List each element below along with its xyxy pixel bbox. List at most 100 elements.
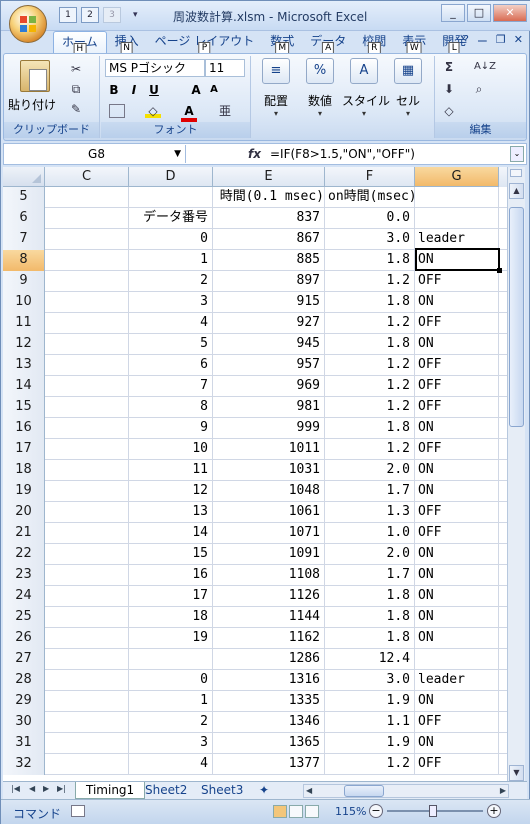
- cell[interactable]: [45, 481, 129, 502]
- maximize-button[interactable]: □: [467, 4, 491, 22]
- cell[interactable]: 1.7: [325, 481, 415, 502]
- cell[interactable]: 1011: [213, 439, 325, 460]
- cell[interactable]: 999: [213, 418, 325, 439]
- cell[interactable]: 1365: [213, 733, 325, 754]
- cell[interactable]: 1.2: [325, 355, 415, 376]
- italic-button[interactable]: I: [127, 81, 141, 99]
- paste-icon[interactable]: [20, 60, 50, 92]
- cell[interactable]: 9: [129, 418, 213, 439]
- macro-record-icon[interactable]: [71, 805, 85, 817]
- cell[interactable]: 1316: [213, 670, 325, 691]
- cell[interactable]: OFF: [415, 439, 499, 460]
- column-header-c[interactable]: C: [45, 167, 129, 187]
- fill-color-icon[interactable]: ◇: [145, 104, 161, 118]
- row-header[interactable]: 26: [3, 628, 45, 649]
- cell[interactable]: [45, 649, 129, 670]
- cell[interactable]: [45, 313, 129, 334]
- help-icon[interactable]: ?: [463, 33, 469, 49]
- cell[interactable]: 1335: [213, 691, 325, 712]
- cell[interactable]: データ番号: [129, 208, 213, 229]
- vertical-scrollbar[interactable]: ▲ ▼: [507, 167, 525, 781]
- row-header[interactable]: 10: [3, 292, 45, 313]
- row-header[interactable]: 8: [3, 250, 45, 271]
- cell[interactable]: 3.0: [325, 670, 415, 691]
- cell[interactable]: [45, 607, 129, 628]
- cell[interactable]: 1.8: [325, 334, 415, 355]
- formula-input[interactable]: =IF(F8>1.5,"ON","OFF"): [270, 145, 415, 163]
- find-select-icon[interactable]: ⌕: [471, 82, 487, 96]
- font-color-button[interactable]: A: [181, 102, 197, 122]
- tab-review[interactable]: 校閲 R: [354, 31, 394, 55]
- tab-view[interactable]: 表示 W: [394, 31, 434, 55]
- cell[interactable]: [45, 292, 129, 313]
- cell[interactable]: ON: [415, 460, 499, 481]
- column-header-d[interactable]: D: [129, 167, 213, 187]
- row-header[interactable]: 23: [3, 565, 45, 586]
- cell[interactable]: 957: [213, 355, 325, 376]
- row-header[interactable]: 32: [3, 754, 45, 775]
- prev-sheet-icon[interactable]: ◀: [29, 784, 35, 793]
- cell[interactable]: 1126: [213, 586, 325, 607]
- vertical-scroll-thumb[interactable]: [509, 207, 524, 427]
- row-header[interactable]: 20: [3, 502, 45, 523]
- cell[interactable]: ON: [415, 544, 499, 565]
- cell[interactable]: 1.2: [325, 376, 415, 397]
- cell[interactable]: 945: [213, 334, 325, 355]
- format-painter-icon[interactable]: ✎: [68, 102, 84, 116]
- close-button[interactable]: ✕: [493, 4, 527, 22]
- cell[interactable]: 2.0: [325, 544, 415, 565]
- row-header[interactable]: 30: [3, 712, 45, 733]
- cut-icon[interactable]: ✂: [68, 62, 84, 76]
- cell[interactable]: OFF: [415, 754, 499, 775]
- cell[interactable]: 1: [129, 250, 213, 271]
- cell[interactable]: 11: [129, 460, 213, 481]
- cell[interactable]: 1.2: [325, 754, 415, 775]
- cell[interactable]: [45, 670, 129, 691]
- cell[interactable]: 1162: [213, 628, 325, 649]
- cell[interactable]: 1.7: [325, 565, 415, 586]
- cell[interactable]: ON: [415, 607, 499, 628]
- alignment-button[interactable]: ≡ 配置 ▾: [254, 58, 298, 118]
- sheet-tab-sheet2[interactable]: Sheet2: [135, 782, 197, 799]
- row-header[interactable]: 29: [3, 691, 45, 712]
- cell[interactable]: 1091: [213, 544, 325, 565]
- cell[interactable]: [45, 439, 129, 460]
- cell[interactable]: [45, 250, 129, 271]
- copy-icon[interactable]: ⧉: [68, 82, 84, 96]
- cell[interactable]: 1.8: [325, 292, 415, 313]
- underline-button[interactable]: U: [147, 81, 161, 99]
- cell[interactable]: OFF: [415, 502, 499, 523]
- cell[interactable]: [45, 397, 129, 418]
- cell[interactable]: ON: [415, 565, 499, 586]
- qat-key-2[interactable]: 2: [81, 7, 99, 23]
- cell[interactable]: 6: [129, 355, 213, 376]
- expand-formula-bar-icon[interactable]: ⌄: [510, 146, 524, 162]
- cell[interactable]: 17: [129, 586, 213, 607]
- cell[interactable]: 4: [129, 313, 213, 334]
- number-button[interactable]: % 数値 ▾: [298, 58, 342, 118]
- cell[interactable]: [45, 187, 129, 208]
- row-header[interactable]: 31: [3, 733, 45, 754]
- cell[interactable]: 867: [213, 229, 325, 250]
- cell[interactable]: ON: [415, 586, 499, 607]
- cell[interactable]: [45, 418, 129, 439]
- office-button[interactable]: [9, 5, 47, 43]
- cell[interactable]: OFF: [415, 376, 499, 397]
- cell[interactable]: 2: [129, 712, 213, 733]
- cell[interactable]: 1.9: [325, 691, 415, 712]
- row-header[interactable]: 27: [3, 649, 45, 670]
- cell[interactable]: 2.0: [325, 460, 415, 481]
- cell[interactable]: 1.8: [325, 250, 415, 271]
- cell[interactable]: 12: [129, 481, 213, 502]
- name-box[interactable]: G8 ▼: [8, 145, 186, 163]
- insert-function-icon[interactable]: fx: [248, 145, 261, 163]
- last-sheet-icon[interactable]: ▶|: [57, 784, 66, 793]
- cell[interactable]: OFF: [415, 313, 499, 334]
- cell[interactable]: 897: [213, 271, 325, 292]
- cell[interactable]: 時間(0.1 msec): [213, 187, 325, 208]
- cell[interactable]: [45, 355, 129, 376]
- cell[interactable]: ON: [415, 292, 499, 313]
- cell[interactable]: 1.2: [325, 313, 415, 334]
- doc-restore-icon[interactable]: ❐: [496, 33, 506, 49]
- cell[interactable]: ON: [415, 418, 499, 439]
